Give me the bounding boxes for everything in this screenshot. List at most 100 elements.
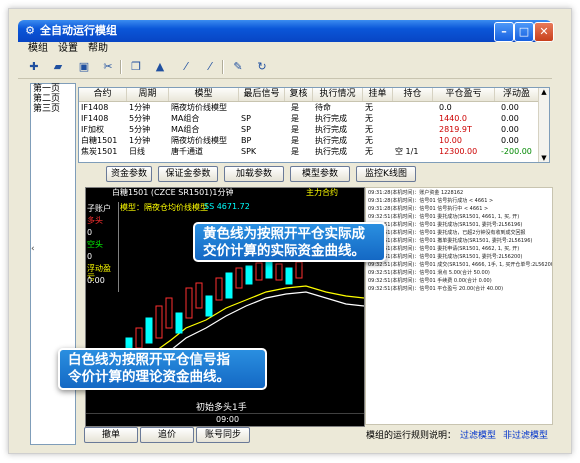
- col-model[interactable]: 模型: [169, 88, 239, 101]
- cell-review: 是: [291, 136, 299, 145]
- close-button[interactable]: ✕: [534, 22, 554, 42]
- chase-price-button[interactable]: 追价: [140, 427, 194, 443]
- save-icon[interactable]: ▣: [76, 59, 92, 75]
- kline-monitor-button[interactable]: 监控K线图: [356, 166, 416, 182]
- cell-status: 待命: [315, 103, 331, 112]
- signal-down-icon[interactable]: ⁄: [202, 59, 218, 75]
- log-line: 09:32:51(本机时间)：信号01 手续费 0.00(合计 0.00): [368, 278, 492, 284]
- edit-icon[interactable]: ✎: [230, 59, 246, 75]
- table-row[interactable]: 焦炭1501 日线 唐千通道 SPK 是 执行完成 无 空 1/1 12300.00 -200.0…: [79, 146, 539, 157]
- cell-model: MA组合: [171, 114, 200, 123]
- app-icon: ⚙: [25, 24, 35, 37]
- white-line-callout: 白色线为按照开平仓信号指 令价计算的理论资金曲线。: [58, 348, 267, 390]
- page-item[interactable]: 第一页: [31, 84, 75, 94]
- log-line: 09:32:51(本机时间)：信号01 委托成功，已超2分钟没有收到成交回报: [368, 230, 526, 236]
- candle: [175, 312, 183, 334]
- account-sync-button[interactable]: 账号同步: [196, 427, 250, 443]
- grid-header: 合约 周期 模型 最后信号 复核 执行情况 挂单 持仓 平仓盈亏 浮动盈: [79, 88, 549, 102]
- cell-model: 隔夜坊价线模型: [171, 136, 227, 145]
- cell-pnl: 12300.00: [439, 147, 478, 156]
- window-title: 全自动运行模组: [40, 24, 117, 37]
- cell-status: 执行完成: [315, 136, 347, 145]
- menu-module[interactable]: 模组: [28, 42, 48, 56]
- cell-signal: SP: [241, 114, 251, 123]
- candle: [295, 261, 303, 279]
- table-row[interactable]: IF加权 5分钟 MA组合 SP 是 执行完成 无 2819.9T 0.00: [79, 124, 539, 135]
- chart-x-axis: 09:00: [86, 413, 364, 426]
- cell-pnl: 10.00: [439, 136, 462, 145]
- candle: [185, 287, 193, 319]
- load-params-button[interactable]: 加载参数: [224, 166, 284, 182]
- cell-contract: IF加权: [81, 125, 104, 134]
- cell-status: 执行完成: [315, 147, 347, 156]
- col-pending[interactable]: 挂单: [363, 88, 393, 101]
- cell-pending: 无: [365, 136, 373, 145]
- minimize-button[interactable]: –: [494, 22, 514, 42]
- log-line: 09:32:51(本机时间)：信号01 平仓盈亏 20.00(合计 40.00): [368, 286, 504, 292]
- log-line: 09:32:51(本机时间)：信号01 成交(SR1501, 4666, 1手,…: [368, 262, 553, 268]
- cell-contract: 白糖1501: [81, 136, 118, 145]
- table-row[interactable]: IF1408 1分钟 隔夜坊价线模型 是 待命 无 0.0 0.00: [79, 102, 539, 113]
- candle: [245, 265, 253, 285]
- cell-review: 是: [291, 125, 299, 134]
- margin-params-button[interactable]: 保证金参数: [158, 166, 218, 182]
- collapse-arrow-icon[interactable]: ‹: [31, 244, 37, 254]
- col-status[interactable]: 执行情况: [313, 88, 363, 101]
- callout-line: 令价计算的理论资金曲线。: [68, 369, 230, 385]
- candle: [285, 267, 293, 285]
- title-bar: ⚙ 全自动运行模组 – □ ✕: [18, 20, 554, 42]
- col-float[interactable]: 浮动盈: [495, 88, 539, 101]
- cell-period: 1分钟: [129, 103, 151, 112]
- menu-settings[interactable]: 设置: [58, 42, 78, 56]
- cell-signal: SP: [241, 125, 251, 134]
- candle: [265, 259, 273, 279]
- menu-help[interactable]: 帮助: [88, 42, 108, 56]
- col-position[interactable]: 持仓: [393, 88, 433, 101]
- log-line: 09:32:51(本机时间)：信号01 委托成功(SR1501, 委托号:2L5…: [368, 222, 523, 228]
- refresh-icon[interactable]: ↻: [254, 59, 270, 75]
- toolbar: ✚ ▰ ▣ ✂ ❐ ▲ ⁄ ⁄ ✎ ↻: [18, 56, 552, 79]
- cell-float: 0.00: [501, 103, 519, 112]
- col-contract[interactable]: 合约: [79, 88, 127, 101]
- log-line: 09:32:51(本机时间)：信号01 委托成功(SR1501, 委托号:2L5…: [368, 254, 523, 260]
- scroll-down-icon[interactable]: ▼: [539, 154, 549, 162]
- toolbar-separator: [222, 60, 224, 74]
- candle: [195, 282, 203, 309]
- cell-model: 唐千通道: [171, 147, 203, 156]
- log-line: 09:32:51(本机时间)：信号01 委托成功(SR1501, 4661, 1…: [368, 214, 520, 220]
- open-folder-icon[interactable]: ▰: [50, 59, 66, 75]
- cell-review: 是: [291, 114, 299, 123]
- cell-float: 0.00: [501, 125, 519, 134]
- cell-period: 5分钟: [129, 125, 151, 134]
- candle: [255, 262, 263, 281]
- scroll-up-icon[interactable]: ▲: [539, 88, 549, 96]
- cut-icon[interactable]: ✂: [100, 59, 116, 75]
- capital-params-button[interactable]: 资金参数: [106, 166, 152, 182]
- page-item[interactable]: 第二页: [31, 94, 75, 104]
- candle: [165, 297, 173, 329]
- model-params-button[interactable]: 模型参数: [290, 166, 350, 182]
- col-pnl[interactable]: 平仓盈亏: [433, 88, 495, 101]
- cancel-order-button[interactable]: 撤单: [84, 427, 138, 443]
- col-signal[interactable]: 最后信号: [239, 88, 285, 101]
- param-button-row: 资金参数 保证金参数 加载参数 模型参数 监控K线图: [78, 166, 548, 182]
- candle: [205, 295, 213, 317]
- maximize-button[interactable]: □: [514, 22, 534, 42]
- col-period[interactable]: 周期: [127, 88, 169, 101]
- upload-icon[interactable]: ▲: [152, 59, 168, 75]
- cell-signal: BP: [241, 136, 252, 145]
- log-line: 09:31:28(本机时间)：信号01 信号执行成功 < 4661 >: [368, 198, 494, 204]
- non-filter-model-link[interactable]: 非过滤模型: [503, 430, 548, 442]
- filter-model-link[interactable]: 过滤模型: [460, 430, 496, 442]
- copy-icon[interactable]: ❐: [128, 59, 144, 75]
- table-row[interactable]: IF1408 5分钟 MA组合 SP 是 执行完成 无 1440.0 0.00: [79, 113, 539, 124]
- grid-scrollbar[interactable]: ▲ ▼: [538, 88, 549, 162]
- cell-period: 日线: [129, 147, 145, 156]
- table-row[interactable]: 白糖1501 1分钟 隔夜坊价线模型 BP 是 执行完成 无 10.00 0.00: [79, 135, 539, 146]
- add-icon[interactable]: ✚: [26, 59, 42, 75]
- page-item[interactable]: 第三页: [31, 104, 75, 114]
- signal-up-icon[interactable]: ⁄: [178, 59, 194, 75]
- log-line: 09:31:28(本机时间)：账户资金 1228162: [368, 190, 464, 196]
- col-review[interactable]: 复核: [285, 88, 313, 101]
- cell-pnl: 0.0: [439, 103, 452, 112]
